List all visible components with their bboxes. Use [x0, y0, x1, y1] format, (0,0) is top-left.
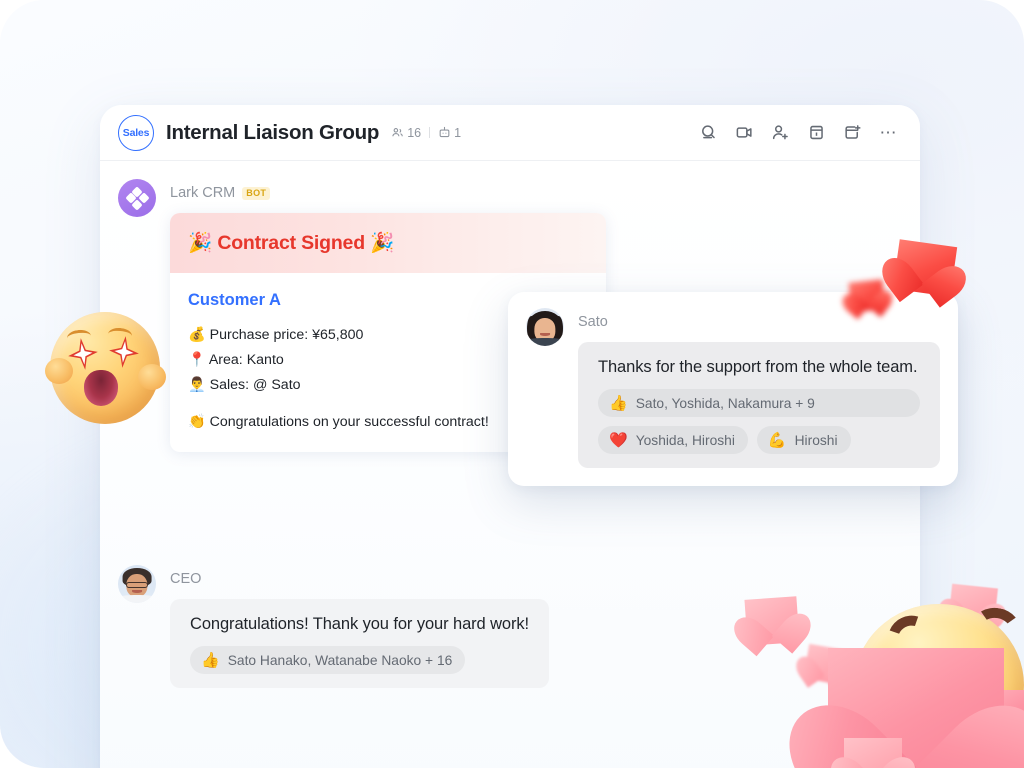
group-avatar[interactable]: Sales [118, 114, 154, 151]
bot-badge: BOT [242, 186, 271, 200]
reaction-chip[interactable]: 💪 Hiroshi [756, 426, 851, 454]
crm-card-title-text: Contract Signed [217, 232, 365, 254]
page-title: Internal Liaison Group [166, 120, 380, 144]
member-count[interactable]: 16 [391, 126, 421, 140]
group-avatar-label: Sales [122, 126, 150, 139]
message-sato: Sato Thanks for the support from the who… [526, 308, 940, 468]
party-popper-icon: 🎉 [188, 231, 213, 254]
reaction-chip[interactable]: ❤️ Yoshida, Hiroshi [598, 426, 748, 454]
add-tab-icon[interactable] [843, 123, 862, 142]
more-options-icon[interactable]: ⋯ [879, 123, 898, 142]
floating-message-panel-sato: Sato Thanks for the support from the who… [508, 292, 958, 486]
message-sato-content: Sato Thanks for the support from the who… [578, 308, 940, 468]
avatar-ceo[interactable] [118, 565, 156, 603]
count-divider [429, 127, 431, 138]
message-text: Congratulations! Thank you for your hard… [190, 615, 530, 633]
people-icon [392, 128, 403, 137]
bot-count[interactable]: 1 [438, 126, 461, 140]
message-bubble[interactable]: Congratulations! Thank you for your hard… [170, 599, 550, 688]
avatar-sato-photo [526, 308, 564, 346]
thumbs-up-icon: 👍 [609, 394, 628, 412]
reaction-chip[interactable]: 👍 Sato, Yoshida, Nakamura + 9 [598, 389, 920, 417]
screenshot-root: Sales Internal Liaison Group 16 1 ⋯ Lark… [0, 0, 1024, 768]
reaction-chip[interactable]: 👍 Sato Hanako, Watanabe Naoko + 16 [190, 646, 466, 674]
reaction-list: 👍 Sato, Yoshida, Nakamura + 9 ❤️ Yoshida… [598, 389, 920, 454]
message-text: Thanks for the support from the whole te… [598, 358, 918, 376]
more-dots: ⋯ [879, 122, 898, 142]
sender-row: CEO [170, 569, 549, 589]
avatar-sato[interactable] [526, 308, 564, 346]
thumbs-up-icon: 👍 [201, 651, 220, 669]
red-heart-icon: ❤️ [609, 431, 628, 449]
location-pin-icon: 📍 [188, 352, 206, 368]
party-popper-icon-2: 🎉 [370, 231, 395, 254]
add-member-icon[interactable] [771, 123, 790, 142]
crm-card-header: 🎉 Contract Signed 🎉 [170, 213, 606, 273]
pin-panel-icon[interactable] [807, 123, 826, 142]
office-worker-icon: 👨‍💼 [188, 377, 206, 393]
sender-row: Lark CRM BOT [170, 183, 606, 203]
member-counts: 16 1 [391, 126, 461, 140]
lark-crm-logo-icon [124, 185, 150, 211]
message-ceo: CEO Congratulations! Thank you for your … [118, 565, 550, 688]
crm-note-text: Congratulations on your successful contr… [209, 414, 489, 430]
sender-name: CEO [170, 571, 202, 587]
chat-header: Sales Internal Liaison Group 16 1 ⋯ [100, 105, 920, 161]
bot-count-value: 1 [454, 125, 462, 140]
sender-name: Lark CRM [170, 185, 236, 201]
message-ceo-content: CEO Congratulations! Thank you for your … [170, 565, 550, 688]
robot-icon [439, 126, 450, 138]
sender-name: Sato [578, 314, 608, 330]
sender-row: Sato [578, 312, 940, 332]
crm-detail-text: Sales: @ Sato [209, 377, 301, 393]
avatar-ceo-photo [118, 565, 156, 603]
flexed-biceps-icon: 💪 [767, 431, 787, 449]
crm-card-title: 🎉 Contract Signed 🎉 [188, 231, 394, 255]
crm-detail-text: Area: Kanto [208, 352, 284, 368]
reaction-list: 👍 Sato Hanako, Watanabe Naoko + 16 [190, 646, 529, 674]
message-bubble[interactable]: Thanks for the support from the whole te… [578, 342, 940, 468]
crm-detail-text: Purchase price: ¥65,800 [209, 327, 364, 343]
header-actions: ⋯ [699, 123, 898, 142]
member-count-value: 16 [407, 125, 422, 140]
reaction-label: Yoshida, Hiroshi [635, 432, 735, 448]
reaction-label: Sato, Yoshida, Nakamura + 9 [635, 395, 815, 411]
money-bag-icon: 💰 [188, 327, 206, 343]
avatar-lark-crm[interactable] [118, 179, 156, 217]
reaction-label: Hiroshi [794, 432, 838, 448]
video-call-icon[interactable] [735, 123, 754, 142]
search-icon[interactable] [699, 123, 718, 142]
clapping-hands-icon: 👏 [188, 414, 206, 430]
reaction-label: Sato Hanako, Watanabe Naoko + 16 [227, 652, 453, 668]
